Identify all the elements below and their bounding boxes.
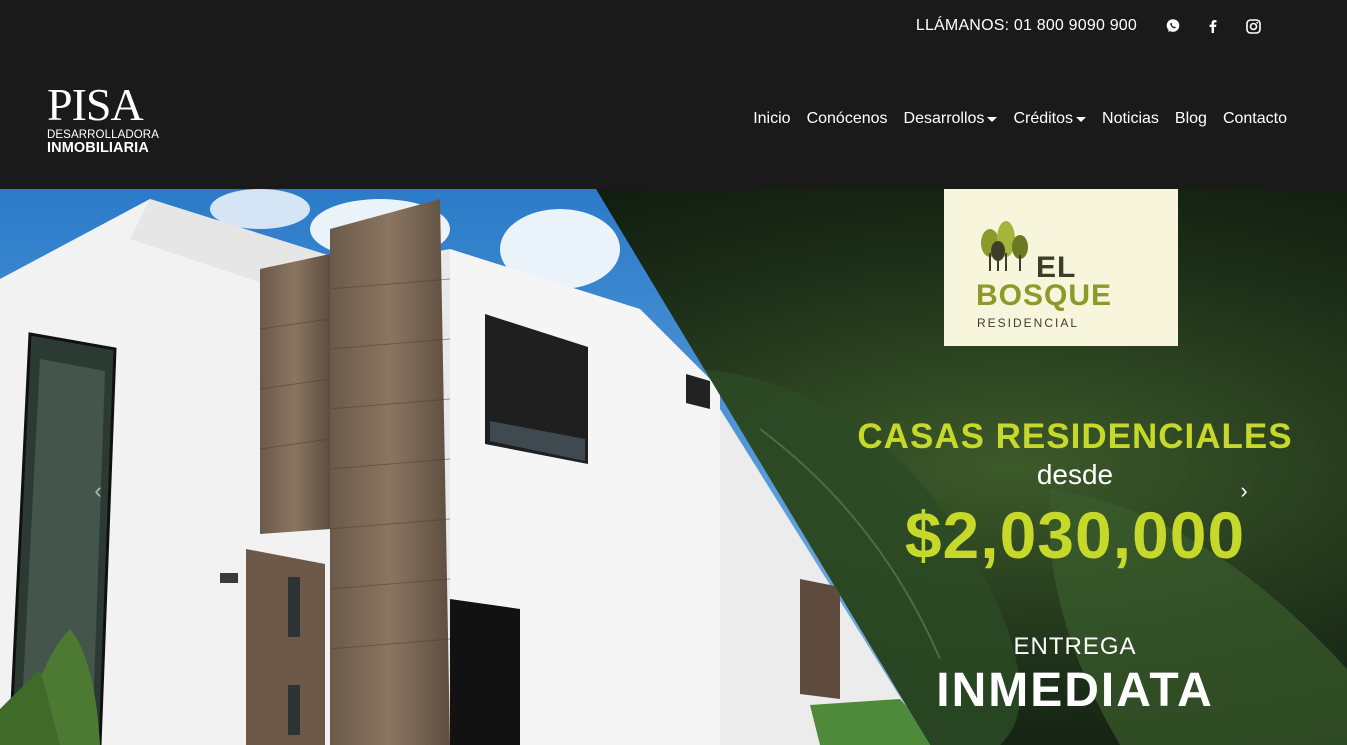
promo-headline: CASAS RESIDENCIALES <box>857 417 1293 456</box>
nav-label: Desarrollos <box>903 110 985 127</box>
whatsapp-icon[interactable] <box>1153 14 1193 38</box>
facebook-icon[interactable] <box>1193 14 1233 38</box>
nav-label: Contacto <box>1222 110 1287 127</box>
nav-item-noticias[interactable]: Noticias <box>1094 110 1167 128</box>
badge-line-3: RESIDENCIAL <box>977 316 1080 330</box>
nav-item-inicio[interactable]: Inicio <box>745 110 798 128</box>
pisa-logo[interactable]: PISA DESARROLLADORA INMOBILIARIA <box>47 79 172 160</box>
nav-item-creditos[interactable]: Créditos <box>1005 110 1094 128</box>
nav-label: Conócenos <box>806 110 888 127</box>
nav-item-conocenos[interactable]: Conócenos <box>799 110 896 128</box>
nav-label: Blog <box>1174 110 1207 127</box>
nav-item-desarrollos[interactable]: Desarrollos <box>896 110 1006 128</box>
nav-label: Noticias <box>1102 110 1159 127</box>
promo-price: $2,030,000 <box>904 498 1246 572</box>
top-contact-bar: LLÁMANOS: 01 800 9090 900 <box>916 14 1273 38</box>
instagram-icon[interactable] <box>1233 14 1273 38</box>
phone-number[interactable]: LLÁMANOS: 01 800 9090 900 <box>916 17 1137 35</box>
promo-delivery: ENTREGA <box>1013 633 1137 660</box>
site-header: LLÁMANOS: 01 800 9090 900 PISA DESARROLL… <box>0 0 1347 189</box>
badge-line-2: BOSQUE <box>976 279 1113 312</box>
slider-prev-icon[interactable]: ‹ <box>86 478 110 503</box>
nav-item-blog[interactable]: Blog <box>1167 110 1215 128</box>
hero-slider: EL BOSQUE RESIDENCIAL CASAS RESIDENCIALE… <box>0 189 1347 745</box>
logo-tagline-2: INMOBILIARIA <box>47 140 149 156</box>
promo-delivery-strong: INMEDIATA <box>936 664 1214 717</box>
trees-icon <box>981 221 1028 271</box>
caret-down-icon <box>987 116 998 122</box>
main-nav: Inicio Conócenos Desarrollos Créditos No… <box>745 110 1295 128</box>
nav-label: Inicio <box>753 110 791 127</box>
nav-item-contacto[interactable]: Contacto <box>1215 110 1295 128</box>
el-bosque-logo[interactable]: EL BOSQUE RESIDENCIAL <box>944 189 1178 346</box>
slider-next-icon[interactable]: › <box>1232 478 1256 503</box>
logo-mark: PISA <box>47 79 144 130</box>
nav-label: Créditos <box>1013 110 1074 127</box>
caret-down-icon <box>1076 116 1087 122</box>
